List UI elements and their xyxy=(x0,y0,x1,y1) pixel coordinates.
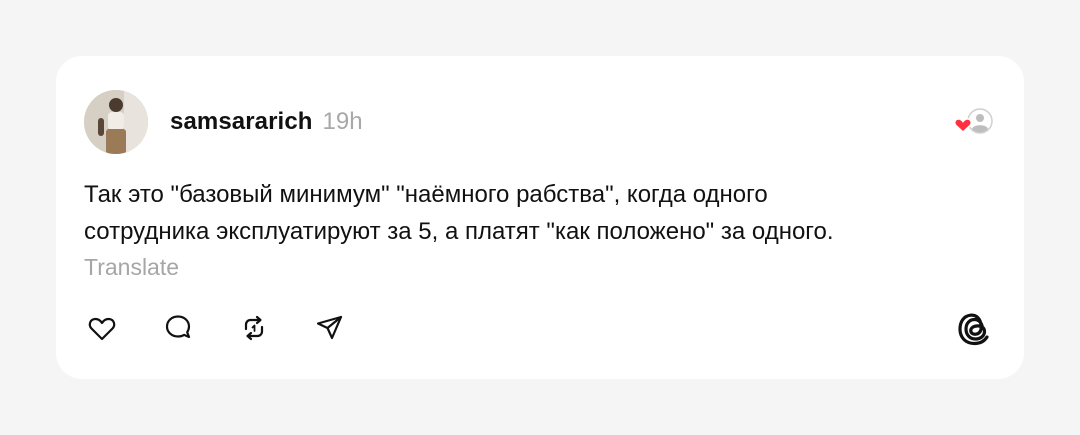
post-header: samsararich 19h xyxy=(84,90,996,154)
heart-badge-icon xyxy=(954,118,972,134)
username[interactable]: samsararich xyxy=(170,108,313,136)
liked-by-indicator[interactable] xyxy=(952,108,996,138)
post-text: Так это "базовый минимум" "наёмного рабс… xyxy=(84,176,984,250)
share-button[interactable] xyxy=(312,310,348,346)
like-button[interactable] xyxy=(84,310,120,346)
post-time: 19h xyxy=(322,108,363,135)
post-card: samsararich 19h Так это "базовый минимум… xyxy=(56,56,1024,379)
post-actions xyxy=(84,310,388,346)
translate-link[interactable]: Translate xyxy=(84,252,179,282)
reply-button[interactable] xyxy=(160,310,196,346)
heart-icon xyxy=(88,317,116,341)
repost-button[interactable] xyxy=(236,310,272,346)
threads-logo-icon[interactable] xyxy=(954,308,996,350)
post-text-line-2: сотрудника эксплуатируют за 5, а платят … xyxy=(84,218,834,245)
post-text-line-1: Так это "базовый минимум" "наёмного рабс… xyxy=(84,181,768,208)
comment-icon xyxy=(165,315,191,339)
avatar[interactable] xyxy=(84,90,148,154)
send-icon xyxy=(316,315,343,340)
repost-icon xyxy=(244,315,264,341)
